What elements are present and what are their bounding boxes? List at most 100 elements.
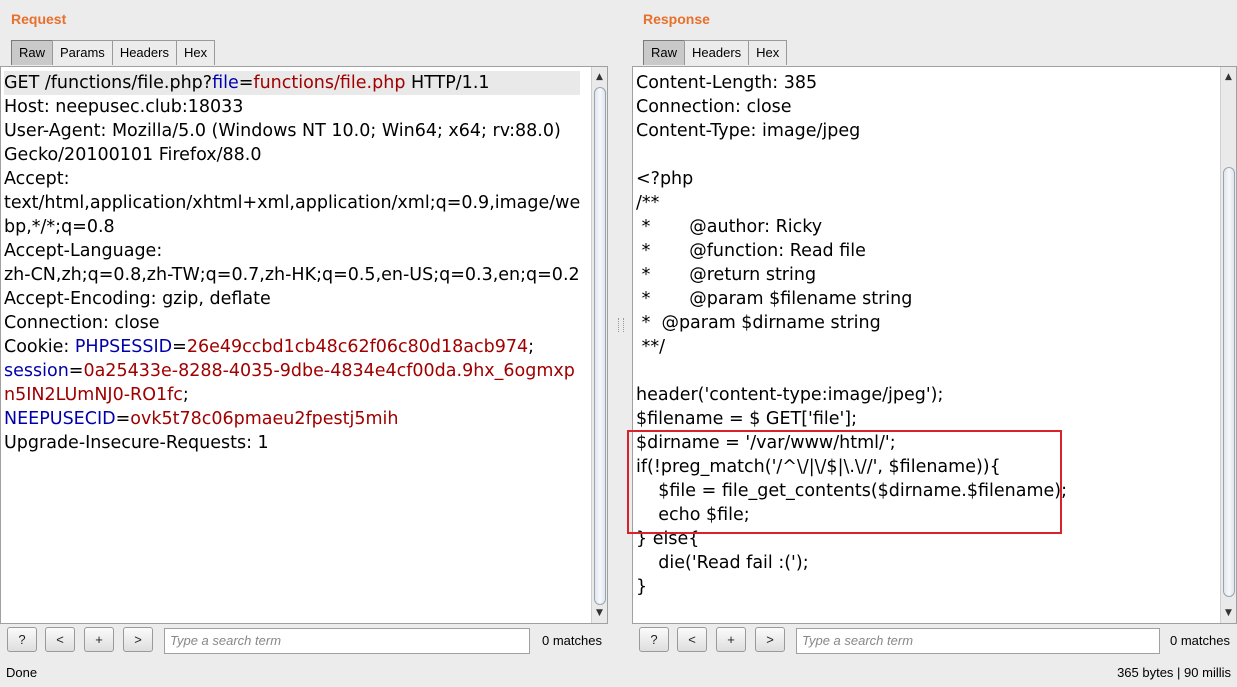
- request-search-input[interactable]: Type a search term: [164, 628, 530, 654]
- text-line: session=0a25433e-8288-4035-9dbe-4834e4cf…: [4, 359, 580, 383]
- prev-match-button[interactable]: <: [45, 627, 75, 652]
- text-line: Upgrade-Insecure-Requests: 1: [4, 431, 580, 455]
- divider-grip[interactable]: [618, 318, 624, 332]
- line-text: =: [68, 361, 84, 381]
- line-text: ;: [528, 337, 535, 357]
- line-text: die('Read fail :(');: [636, 553, 809, 573]
- line-text: =: [238, 73, 254, 93]
- add-button[interactable]: +: [84, 627, 114, 652]
- line-text: Accept-Language:: [4, 241, 163, 261]
- text-line: }: [636, 575, 1067, 599]
- response-tabs: Raw Headers Hex: [643, 40, 788, 65]
- response-search-bar: ? < + > Type a search term 0 matches: [632, 627, 1237, 655]
- text-line: [636, 359, 1067, 383]
- line-text: <?php: [636, 169, 694, 189]
- response-matches-count: 0 matches: [1170, 633, 1230, 648]
- text-line: Connection: close: [636, 95, 1067, 119]
- param-value: n5IN2LUmNJ0-RO1fc: [4, 385, 183, 405]
- line-text: =: [172, 337, 187, 357]
- line-text: User-Agent: Mozilla/5.0 (Windows NT 10.0…: [4, 121, 561, 141]
- response-pane: Response Raw Headers Hex Content-Length:…: [632, 0, 1237, 657]
- line-text: Connection: close: [636, 97, 792, 117]
- request-scrollbar[interactable]: ▲ ▼: [591, 67, 607, 623]
- scroll-thumb[interactable]: [594, 87, 606, 605]
- tab-raw[interactable]: Raw: [11, 40, 54, 65]
- text-line: NEEPUSECID=ovk5t78c06pmaeu2fpestj5mih: [4, 407, 580, 431]
- text-line: n5IN2LUmNJ0-RO1fc;: [4, 383, 580, 407]
- param-name: session: [4, 361, 69, 381]
- response-title: Response: [643, 11, 710, 27]
- line-text: * @return string: [636, 265, 817, 285]
- status-bar: Done 365 bytes | 90 millis: [0, 657, 1237, 687]
- request-matches-count: 0 matches: [542, 633, 602, 648]
- scroll-down-arrow-icon[interactable]: ▼: [592, 605, 607, 621]
- param-name: NEEPUSECID: [4, 409, 116, 429]
- param-value: 26e49ccbd1cb48c62f06c80d18acb974: [186, 337, 529, 357]
- text-line: zh-CN,zh;q=0.8,zh-TW;q=0.7,zh-HK;q=0.5,e…: [4, 263, 580, 287]
- text-line: <?php: [636, 167, 1067, 191]
- scroll-up-arrow-icon[interactable]: ▲: [592, 69, 607, 85]
- tab-params[interactable]: Params: [52, 40, 113, 65]
- tab-hex[interactable]: Hex: [175, 40, 216, 65]
- text-line: * @param $dirname string: [636, 311, 1067, 335]
- pane-divider[interactable]: [610, 0, 632, 657]
- line-text: text/html,application/xhtml+xml,applicat…: [4, 193, 581, 213]
- line-text: Accept-Encoding: gzip, deflate: [4, 289, 271, 309]
- text-line: Connection: close: [4, 311, 580, 335]
- line-text: Connection: close: [4, 313, 160, 333]
- text-line: header('content-type:image/jpeg');: [636, 383, 1067, 407]
- status-text: Done: [6, 665, 38, 680]
- line-text: bp,*/*;q=0.8: [4, 217, 115, 237]
- line-text: header('content-type:image/jpeg');: [636, 385, 944, 405]
- add-button[interactable]: +: [716, 627, 746, 652]
- response-scrollbar[interactable]: ▲ ▼: [1220, 67, 1236, 623]
- text-line: Accept-Encoding: gzip, deflate: [4, 287, 580, 311]
- text-line: /**: [636, 191, 1067, 215]
- line-text: GET /functions/file.php?: [4, 73, 213, 93]
- request-editor[interactable]: GET /functions/file.php?file=functions/f…: [0, 66, 608, 624]
- help-button[interactable]: ?: [639, 627, 669, 652]
- highlight-annotation-box: [627, 430, 1062, 534]
- request-text[interactable]: GET /functions/file.php?file=functions/f…: [4, 71, 581, 455]
- text-line: Host: neepusec.club:18033: [4, 95, 580, 119]
- next-match-button[interactable]: >: [123, 627, 153, 652]
- line-text: * @function: Read file: [636, 241, 866, 261]
- line-text: **/: [636, 337, 665, 357]
- request-title: Request: [11, 11, 67, 27]
- line-text: =: [115, 409, 131, 429]
- param-value: 0a25433e-8288-4035-9dbe-4834e4cf00da.9hx…: [83, 361, 575, 381]
- response-search-input[interactable]: Type a search term: [796, 628, 1160, 654]
- request-pane: Request Raw Params Headers Hex GET /func…: [0, 0, 610, 657]
- text-line: [636, 143, 1067, 167]
- text-line: User-Agent: Mozilla/5.0 (Windows NT 10.0…: [4, 119, 580, 143]
- text-line: Accept-Language:: [4, 239, 580, 263]
- line-text: Content-Length: 385: [636, 73, 818, 93]
- scroll-up-arrow-icon[interactable]: ▲: [1221, 69, 1236, 85]
- text-line: bp,*/*;q=0.8: [4, 215, 580, 239]
- line-text: $filename = $ GET['file'];: [636, 409, 858, 429]
- line-text: * @author: Ricky: [636, 217, 823, 237]
- tab-hex[interactable]: Hex: [748, 40, 788, 65]
- line-text: ;: [182, 385, 189, 405]
- prev-match-button[interactable]: <: [677, 627, 707, 652]
- text-line: Gecko/20100101 Firefox/88.0: [4, 143, 580, 167]
- help-button[interactable]: ?: [7, 627, 37, 652]
- response-stats: 365 bytes | 90 millis: [1117, 665, 1231, 680]
- line-text: Host: neepusec.club:18033: [4, 97, 244, 117]
- line-text: /**: [636, 193, 660, 213]
- text-line: * @author: Ricky: [636, 215, 1067, 239]
- scroll-down-arrow-icon[interactable]: ▼: [1221, 605, 1236, 621]
- param-name: file: [212, 73, 239, 93]
- response-editor[interactable]: Content-Length: 385 Connection: close Cont…: [632, 66, 1237, 624]
- tab-headers[interactable]: Headers: [111, 40, 177, 65]
- text-line: die('Read fail :(');: [636, 551, 1067, 575]
- text-line: * @function: Read file: [636, 239, 1067, 263]
- tab-headers[interactable]: Headers: [684, 40, 750, 65]
- param-value: ovk5t78c06pmaeu2fpestj5mih: [130, 409, 399, 429]
- text-line: Cookie: PHPSESSID=26e49ccbd1cb48c62f06c8…: [4, 335, 580, 359]
- scroll-thumb[interactable]: [1223, 167, 1235, 597]
- tab-raw[interactable]: Raw: [643, 40, 686, 65]
- param-name: PHPSESSID: [74, 337, 173, 357]
- text-line: text/html,application/xhtml+xml,applicat…: [4, 191, 580, 215]
- next-match-button[interactable]: >: [755, 627, 785, 652]
